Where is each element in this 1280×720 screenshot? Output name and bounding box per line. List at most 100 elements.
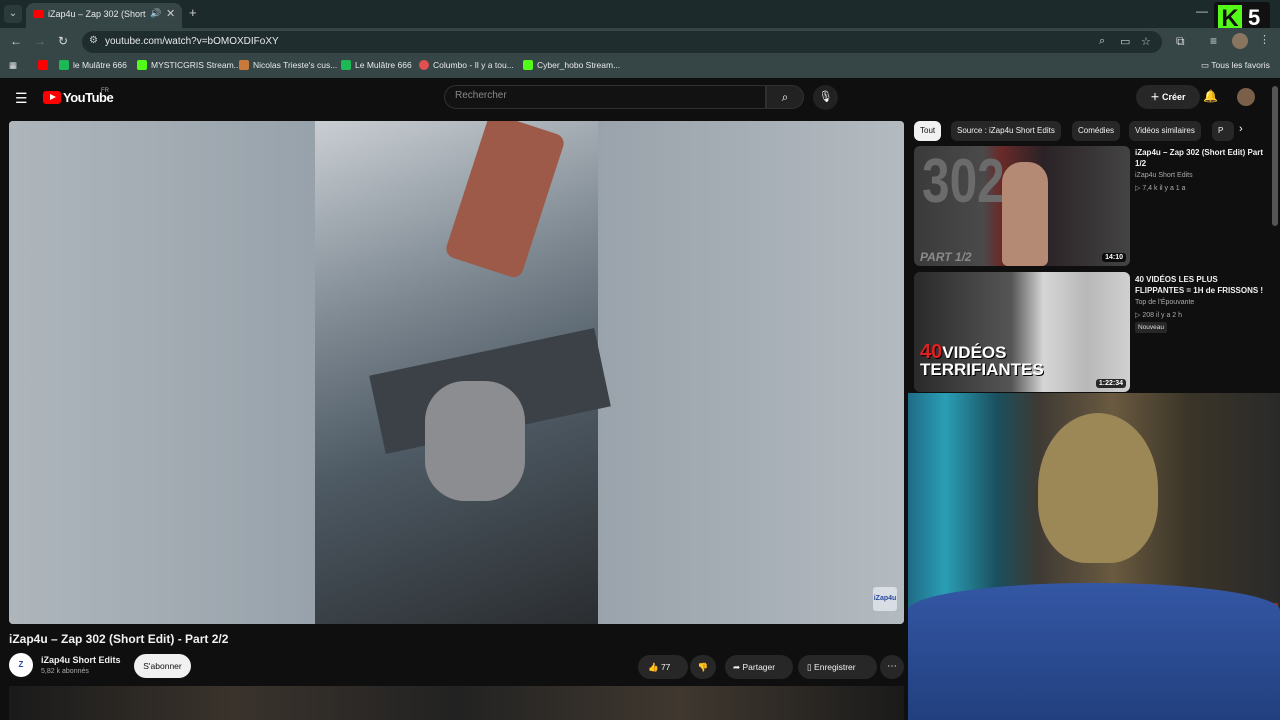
- like-count: 77: [660, 662, 671, 672]
- minimize-window-button[interactable]: —: [1196, 4, 1208, 18]
- site-info-icon[interactable]: ⚙: [89, 35, 98, 46]
- speaker-icon[interactable]: 🔊: [150, 8, 161, 19]
- bookmark-label: Cyber_hobo Stream...: [537, 60, 621, 70]
- new-tab-button[interactable]: +: [189, 5, 197, 20]
- youtube-logo-icon[interactable]: [43, 91, 61, 104]
- folder-icon: ▭: [1201, 60, 1212, 70]
- chip-all[interactable]: Tout: [914, 121, 942, 141]
- back-arrow-icon[interactable]: ←: [10, 34, 22, 48]
- address-bar[interactable]: ⚙ youtube.com/watch?v=bOMOXDIFoXY ⌕ ▭ ☆: [82, 31, 1162, 53]
- video-duration: 1:22:34: [1095, 379, 1126, 388]
- chevron-right-icon[interactable]: ›: [1239, 123, 1243, 135]
- related-video-thumbnail[interactable]: 302 PART 1/2 14:10: [914, 146, 1130, 266]
- subscriber-count: 5,82 k abonnés: [41, 668, 89, 675]
- account-avatar[interactable]: [1237, 88, 1255, 106]
- forward-arrow-icon[interactable]: →: [34, 34, 46, 48]
- thumbs-up-icon: 👍: [648, 662, 661, 672]
- plus-icon: ＋: [1150, 92, 1162, 102]
- bookmark-favicon-icon: [341, 60, 351, 70]
- video-player[interactable]: iZap4u: [9, 121, 904, 624]
- like-button[interactable]: 👍 77: [638, 655, 688, 679]
- chip-similar-videos[interactable]: Vidéos similaires: [1129, 121, 1201, 141]
- bookmark-youtube[interactable]: [38, 60, 52, 70]
- browser-tab-strip: ⌄ iZap4u – Zap 302 (Short Edit 🔊 ✕ + — K…: [0, 0, 1280, 35]
- share-label: Partager: [742, 662, 776, 672]
- bookmark-label: le Mulâtre 666: [73, 60, 127, 70]
- tab-title: iZap4u – Zap 302 (Short Edit: [48, 9, 148, 19]
- extensions-icon[interactable]: ⧉: [1176, 34, 1185, 49]
- reload-icon[interactable]: ↻: [58, 34, 68, 48]
- chip-comedies[interactable]: Comédies: [1072, 121, 1121, 141]
- youtube-icon: [38, 60, 48, 70]
- thumbnail-word: TERRIFIANTES: [920, 360, 1044, 379]
- menu-icon[interactable]: ☰: [15, 90, 28, 107]
- bookmark-item[interactable]: Le Mulâtre 666: [341, 60, 412, 70]
- create-button[interactable]: ＋ Créer: [1136, 85, 1200, 109]
- bookmarks-bar: ▦ le Mulâtre 666 MYSTICGRIS Stream... Ni…: [0, 56, 1280, 78]
- microphone-icon[interactable]: 🎙: [813, 85, 838, 110]
- profile-avatar[interactable]: [1232, 33, 1248, 49]
- bookmark-item[interactable]: Nicolas Trieste's cus...: [239, 60, 337, 70]
- video-title: iZap4u – Zap 302 (Short Edit) - Part 2/2: [9, 632, 229, 646]
- youtube-header: ☰ YouTube FR ⌕ 🎙 ＋ Créer 🔔: [0, 80, 1280, 116]
- search-icon[interactable]: ⌕: [766, 85, 804, 109]
- notifications-bell-icon[interactable]: 🔔: [1203, 89, 1218, 103]
- zoom-icon[interactable]: ⌕: [1099, 35, 1105, 48]
- related-video-meta: ▷ 208 il y a 2 h: [1135, 312, 1183, 319]
- search-input[interactable]: [455, 90, 755, 101]
- all-bookmarks-button[interactable]: ▭ Tous les favoris: [1201, 60, 1270, 71]
- related-video-title[interactable]: iZap4u – Zap 302 (Short Edit) Part 1/2: [1135, 147, 1265, 169]
- chrome-menu-icon[interactable]: ⋮: [1259, 33, 1270, 46]
- thumbnail-text: 302: [922, 147, 1005, 216]
- close-tab-icon[interactable]: ✕: [166, 7, 175, 20]
- save-button[interactable]: ▯ Enregistrer: [798, 655, 877, 679]
- apps-grid-icon[interactable]: ▦: [9, 60, 17, 71]
- bookmark-item[interactable]: Cyber_hobo Stream...: [523, 60, 620, 70]
- related-video-title[interactable]: 40 VIDÉOS LES PLUS FLIPPANTES = 1H de FR…: [1135, 274, 1265, 296]
- media-controls-icon[interactable]: ≡: [1210, 34, 1217, 48]
- related-video-channel[interactable]: iZap4u Short Edits: [1135, 172, 1193, 179]
- bookmark-item[interactable]: MYSTICGRIS Stream...: [137, 60, 241, 70]
- more-actions-icon[interactable]: ⋯: [880, 655, 904, 679]
- thumbnail-subtext: PART 1/2: [920, 250, 972, 264]
- share-button[interactable]: ➦ Partager: [725, 655, 793, 679]
- bookmark-favicon-icon: [523, 60, 533, 70]
- related-video-thumbnail[interactable]: 40VIDÉOS TERRIFIANTES 1:22:34: [914, 272, 1130, 392]
- bookmark-star-icon[interactable]: ☆: [1141, 35, 1151, 48]
- dislike-button[interactable]: 👎: [690, 655, 716, 679]
- chip-partial[interactable]: P: [1212, 121, 1234, 141]
- country-code: FR: [101, 88, 109, 94]
- new-badge: Nouveau: [1135, 322, 1168, 333]
- guitar-strap: [443, 121, 567, 280]
- bookmark-favicon-icon: [239, 60, 249, 70]
- bookmark-favicon-icon: [59, 60, 69, 70]
- cast-icon[interactable]: ▭: [1120, 35, 1130, 48]
- page-scrollbar[interactable]: [1272, 86, 1278, 226]
- active-tab[interactable]: iZap4u – Zap 302 (Short Edit 🔊 ✕: [26, 3, 182, 28]
- tab-search-button[interactable]: ⌄: [4, 5, 22, 23]
- thumbs-down-icon: 👎: [697, 662, 709, 672]
- thumbnail-text: 40VIDÉOS TERRIFIANTES: [920, 342, 1044, 379]
- channel-avatar[interactable]: Z: [9, 653, 33, 677]
- channel-watermark[interactable]: iZap4u: [873, 587, 897, 611]
- video-frame: [315, 121, 611, 624]
- player-blur-right: [598, 121, 904, 624]
- hand: [425, 381, 525, 501]
- related-video-channel[interactable]: Top de l'Épouvante: [1135, 299, 1194, 306]
- search-box[interactable]: [444, 85, 766, 109]
- thumbnail-figure: [1002, 162, 1048, 266]
- bookmark-item[interactable]: le Mulâtre 666: [59, 60, 127, 70]
- all-bookmarks-label: Tous les favoris: [1211, 60, 1270, 70]
- bookmark-label: Nicolas Trieste's cus...: [253, 60, 338, 70]
- create-label: Créer: [1162, 92, 1186, 102]
- streamer-webcam: [908, 393, 1280, 720]
- subscribe-button[interactable]: S'abonner: [134, 654, 191, 678]
- player-blur-left: [9, 121, 315, 624]
- bookmark-label: Columbo - Il y a tou...: [433, 60, 514, 70]
- channel-name[interactable]: iZap4u Short Edits: [41, 655, 121, 665]
- chip-source[interactable]: Source : iZap4u Short Edits: [951, 121, 1061, 141]
- bookmark-item[interactable]: Columbo - Il y a tou...: [419, 60, 514, 70]
- below-player-content: [9, 686, 904, 720]
- bookmark-icon: ▯: [807, 662, 815, 672]
- youtube-favicon-icon: [33, 10, 44, 18]
